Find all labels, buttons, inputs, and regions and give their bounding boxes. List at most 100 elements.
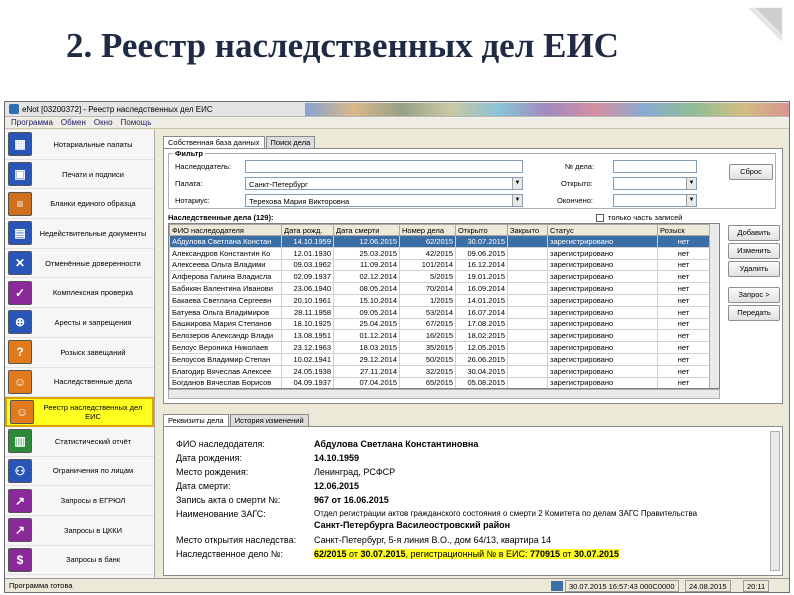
table-horizontal-scrollbar[interactable] bbox=[168, 389, 720, 399]
nav-item-12[interactable]: ↗ Запросы в ЕГРЮЛ bbox=[5, 486, 154, 516]
menu-window[interactable]: Окно bbox=[94, 118, 113, 127]
table-cell: зарегистрировано bbox=[547, 341, 658, 354]
table-cell bbox=[507, 341, 548, 354]
nav-item-0[interactable]: ▦ Нотариальные палаты bbox=[5, 130, 154, 160]
chevron-down-icon[interactable]: ▼ bbox=[512, 195, 522, 206]
fio-value: Абдулова Светлана Константиновна bbox=[314, 439, 479, 449]
table-row[interactable]: Башкирова Мария Степанов 18.10.1925 25.04.… bbox=[169, 317, 710, 331]
table-row[interactable]: Абдулова Светлана Констан 14.10.1959 12.06… bbox=[169, 235, 710, 248]
delete-button[interactable]: Удалить bbox=[728, 261, 780, 277]
nav-item-10[interactable]: ▥ Статистический отчёт bbox=[5, 427, 154, 457]
chevron-down-icon[interactable]: ▼ bbox=[686, 195, 696, 206]
case-label: Наследственное дело №: bbox=[176, 549, 284, 559]
table-row[interactable]: Алферова Галина Владисла 02.09.1937 02.12.… bbox=[169, 270, 710, 284]
table-row[interactable]: Белоус Вероника Николаев 23.12.1963 18.03.… bbox=[169, 341, 710, 354]
table-row[interactable]: Батуева Ольга Владимиров 28.11.1958 09.05.… bbox=[169, 305, 710, 319]
nav-item-6[interactable]: ⊕ Аресты и запрещения bbox=[5, 308, 154, 338]
nav-item-3[interactable]: ▤ Недействительные документы bbox=[5, 219, 154, 249]
table-row[interactable]: Александров Константин Ко 12.01.1930 25.03… bbox=[169, 246, 710, 260]
column-header[interactable]: Дата смерти bbox=[333, 224, 400, 236]
edit-button[interactable]: Изменить bbox=[728, 243, 780, 259]
nav-sidebar: ▦ Нотариальные палаты ▣ Печати и подписи ≡ Бл… bbox=[5, 130, 155, 578]
opened-date-input[interactable]: ▼ bbox=[613, 177, 697, 190]
column-header[interactable]: Номер дела bbox=[399, 224, 456, 236]
sync-icon bbox=[551, 581, 563, 591]
table-cell: 19.01.2015 bbox=[455, 270, 508, 284]
table-cell: 13.08.1951 bbox=[281, 329, 334, 343]
checkbox-box[interactable] bbox=[596, 213, 604, 222]
reset-button[interactable]: Сброс bbox=[729, 164, 773, 180]
transfer-button[interactable]: Передать bbox=[728, 305, 780, 321]
status-date: 24.08.2015 bbox=[685, 580, 731, 592]
nav-item-8[interactable]: ☺ Наследственные дела bbox=[5, 368, 154, 398]
column-header[interactable]: Розыск bbox=[657, 224, 710, 236]
column-header[interactable]: ФИО наследодателя bbox=[169, 224, 282, 236]
nav-item-7[interactable]: ? Розыск завещаний bbox=[5, 338, 154, 368]
table-cell: 53/2014 bbox=[399, 305, 456, 319]
table-cell: 15.10.2014 bbox=[333, 293, 400, 307]
table-row[interactable]: Бакаева Светлана Сергеевн 20.10.1961 15.10… bbox=[169, 293, 710, 307]
menu-exchange[interactable]: Обмен bbox=[61, 118, 86, 127]
nav-item-label: Запросы в банк bbox=[65, 555, 121, 565]
table-row[interactable]: Белозеров Александр Влади 13.08.1951 01.12… bbox=[169, 329, 710, 343]
heir-input[interactable] bbox=[245, 160, 523, 173]
nav-item-label: Комплексная проверка bbox=[52, 288, 134, 298]
table-row[interactable]: Бабикян Валентина Иванови 23.06.1940 08.05… bbox=[169, 282, 710, 295]
nav-item-4[interactable]: ✕ Отменённые доверенности bbox=[5, 249, 154, 279]
cases-table: ФИО наследодателя Дата рожд. Дата смерти Но… bbox=[168, 223, 720, 389]
chevron-down-icon[interactable]: ▼ bbox=[686, 178, 696, 189]
table-cell: 14.01.2015 bbox=[455, 293, 508, 307]
partial-records-checkbox[interactable]: только часть записей bbox=[596, 213, 683, 222]
nav-item-label: Розыск завещаний bbox=[60, 347, 126, 357]
column-header[interactable]: Дата рожд. bbox=[281, 224, 334, 236]
table-cell: Алферова Галина Владисла bbox=[169, 270, 282, 284]
nav-item-label: Отменённые доверенности bbox=[45, 258, 141, 268]
chevron-down-icon[interactable]: ▼ bbox=[512, 178, 522, 189]
table-row[interactable]: Благодир Вячеслав Алексее 24.05.1938 27.11… bbox=[169, 364, 710, 378]
registry-icon: ☺ bbox=[10, 400, 34, 425]
table-cell bbox=[507, 376, 548, 388]
nav-item-13[interactable]: ↗ Запросы в ЦККИ bbox=[5, 516, 154, 546]
add-button[interactable]: Добавить bbox=[728, 225, 780, 241]
nav-item-5[interactable]: ✓ Комплексная проверка bbox=[5, 278, 154, 309]
taskbar-overlay bbox=[305, 103, 789, 116]
notary-select[interactable]: Терехова Мария Викторовна ▼ bbox=[245, 194, 523, 207]
table-vertical-scrollbar[interactable] bbox=[709, 224, 719, 388]
table-cell: 24.05.1938 bbox=[281, 364, 334, 378]
zags-label: Наименование ЗАГС: bbox=[176, 509, 266, 519]
birthplace-value: Ленинград, РСФСР bbox=[314, 467, 396, 477]
nav-item-label: Ограничения по лицам bbox=[52, 466, 134, 476]
nav-item-1[interactable]: ▣ Печати и подписи bbox=[5, 160, 154, 190]
nav-item-2[interactable]: ≡ Бланки единого образца bbox=[5, 189, 154, 220]
closed-date-input[interactable]: ▼ bbox=[613, 194, 697, 207]
table-row[interactable]: Богданов Вячеслав Борисов 04.09.1937 07.04… bbox=[169, 376, 710, 388]
case-number-input[interactable] bbox=[613, 160, 697, 173]
nav-item-9[interactable]: ☺ Реестр наследственных дел ЕИС bbox=[5, 397, 154, 427]
table-cell: зарегистрировано bbox=[547, 376, 658, 388]
request-button[interactable]: Запрос > bbox=[728, 287, 780, 303]
nav-item-14[interactable]: $ Запросы в банк bbox=[5, 546, 154, 576]
details-scrollbar[interactable] bbox=[770, 431, 780, 571]
table-cell: нет bbox=[657, 341, 710, 354]
table-cell: зарегистрировано bbox=[547, 246, 658, 260]
nav-item-11[interactable]: ⚇ Ограничения по лицам bbox=[5, 457, 154, 487]
menu-program[interactable]: Программа bbox=[11, 118, 53, 127]
menu-help[interactable]: Помощь bbox=[121, 118, 152, 127]
column-header[interactable]: Закрыто bbox=[507, 224, 548, 236]
table-row[interactable]: Белоусов Владимир Степан 10.02.1941 29.12.… bbox=[169, 352, 710, 366]
column-header[interactable]: Статус bbox=[547, 224, 658, 236]
table-cell: нет bbox=[657, 270, 710, 284]
partial-records-label: только часть записей bbox=[608, 213, 683, 222]
nav-item-label: Статистический отчёт bbox=[54, 436, 132, 446]
heir-label: Наследодатель: bbox=[175, 162, 232, 171]
invalid-doc-icon: ▤ bbox=[8, 221, 32, 246]
column-header[interactable]: Открыто bbox=[455, 224, 508, 236]
table-row[interactable]: Алексеева Ольга Владими 09.03.1962 11.09.2… bbox=[169, 258, 710, 272]
table-cell: 02.09.1937 bbox=[281, 270, 334, 284]
eis-from: от bbox=[560, 549, 575, 559]
table-cell: Белоусов Владимир Степан bbox=[169, 352, 282, 366]
birth-value: 14.10.1959 bbox=[314, 453, 360, 463]
table-cell: 12.06.2015 bbox=[333, 235, 400, 248]
table-cell: нет bbox=[657, 305, 710, 319]
chamber-select[interactable]: Санкт-Петербург ▼ bbox=[245, 177, 523, 190]
